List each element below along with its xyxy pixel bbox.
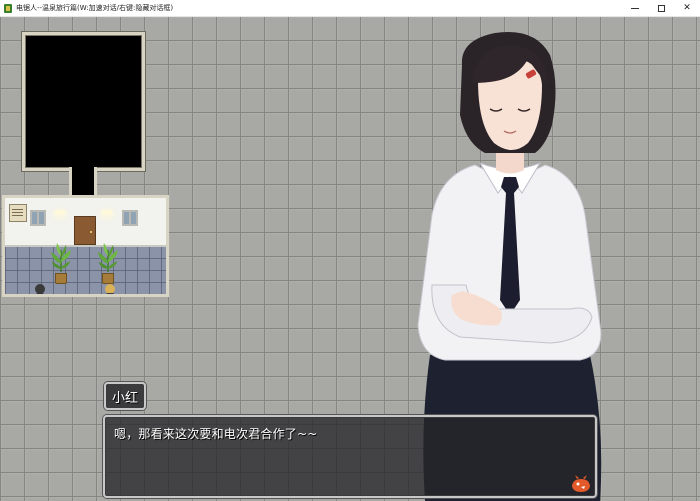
close-icon: ✕ — [683, 3, 691, 13]
player-sprite-blonde[interactable] — [103, 284, 117, 294]
lamp-icon — [102, 210, 112, 214]
lamp-icon — [55, 210, 65, 214]
close-button[interactable]: ✕ — [674, 0, 700, 16]
window-icon — [122, 210, 138, 226]
speaker-name: 小红 — [111, 390, 138, 406]
title-bar: 电锯人--温泉旅行篇(W:加速对话/右键:隐藏对话框) ✕ — [0, 0, 700, 17]
app-icon — [4, 3, 12, 13]
minimize-button[interactable] — [622, 0, 648, 16]
plant-pot — [55, 273, 67, 284]
window-title: 电锯人--温泉旅行篇(W:加速对话/右键:隐藏对话框) — [16, 4, 174, 12]
window-icon — [30, 210, 46, 226]
npc-sprite-dark-hair[interactable] — [33, 284, 47, 294]
plant-leaves — [51, 243, 71, 272]
room-floor — [5, 247, 166, 294]
potted-plant-icon — [50, 242, 72, 284]
game-window: 电锯人--温泉旅行篇(W:加速对话/右键:隐藏对话框) ✕ 小红 嗯，那看来这次… — [0, 0, 700, 501]
dialogue-text: 嗯，那看来这次要和电次君合作了~~ — [114, 427, 318, 441]
game-viewport[interactable]: 小红 嗯，那看来这次要和电次君合作了~~ — [0, 17, 700, 501]
maximize-icon — [657, 4, 665, 12]
speaker-name-box: 小红 — [104, 382, 146, 410]
plant-leaves — [98, 243, 118, 272]
maximize-button[interactable] — [648, 0, 674, 16]
potted-plant-icon — [97, 242, 119, 284]
room-area — [2, 195, 169, 297]
advance-dialogue-icon[interactable] — [569, 474, 593, 494]
plant-pot — [102, 273, 114, 284]
room-wall — [5, 198, 166, 247]
sprite-body — [36, 293, 44, 294]
dialogue-message-box[interactable]: 嗯，那看来这次要和电次君合作了~~ — [103, 415, 597, 498]
minimize-icon — [631, 7, 639, 9]
dark-room-area — [22, 32, 145, 171]
window-controls: ✕ — [622, 0, 700, 16]
sprite-body — [106, 293, 114, 294]
calendar-icon — [9, 204, 27, 222]
door-icon[interactable] — [74, 216, 96, 245]
